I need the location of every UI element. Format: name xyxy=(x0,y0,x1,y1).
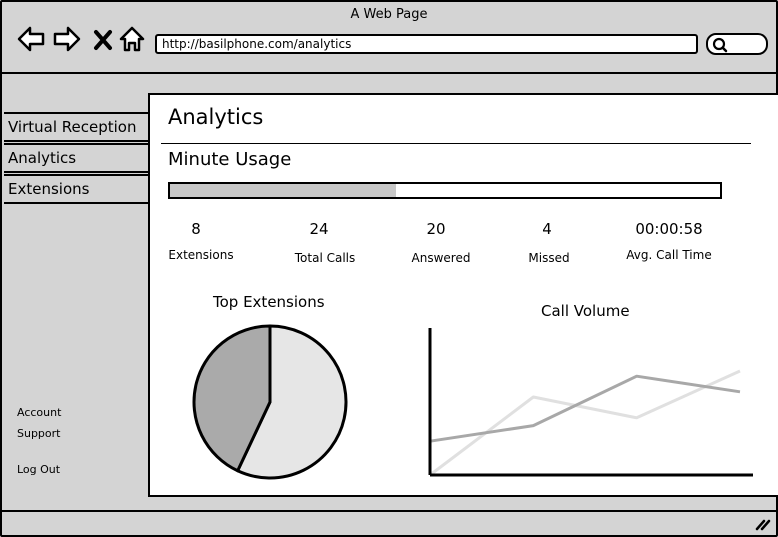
sidebar-item-extensions[interactable]: Extensions xyxy=(4,174,150,204)
arrow-left-icon[interactable] xyxy=(16,24,46,54)
home-icon[interactable] xyxy=(118,24,146,54)
stat-value: 4 xyxy=(542,220,552,238)
logout-link[interactable]: Log Out xyxy=(17,463,60,476)
sidebar-item-analytics[interactable]: Analytics xyxy=(4,143,150,173)
minute-usage-progress xyxy=(168,182,722,199)
status-bar-divider xyxy=(2,510,776,512)
title-divider xyxy=(161,143,751,144)
top-extensions-pie-chart xyxy=(192,324,348,480)
line-chart-title: Call Volume xyxy=(541,302,630,320)
sidebar-item-virtual-reception[interactable]: Virtual Reception xyxy=(4,112,150,142)
stat-label: Missed xyxy=(528,251,570,265)
close-icon[interactable] xyxy=(92,24,114,54)
line-series xyxy=(429,369,741,477)
window-title: A Web Page xyxy=(350,7,428,22)
main-content: Analytics Minute Usage 8 Extensions 24 T… xyxy=(148,93,778,497)
stat-value: 20 xyxy=(426,220,446,238)
resize-grip-icon[interactable] xyxy=(754,516,772,535)
address-bar[interactable]: http://basilphone.com/analytics xyxy=(155,34,698,54)
stat-value: 8 xyxy=(191,220,201,238)
progress-fill xyxy=(170,184,396,197)
arrow-right-icon[interactable] xyxy=(52,24,82,54)
stat-label: Extensions xyxy=(168,248,234,262)
stat-label: Total Calls xyxy=(294,251,356,265)
stat-label: Avg. Call Time xyxy=(626,248,712,262)
stat-value: 00:00:58 xyxy=(635,220,703,238)
section-title: Minute Usage xyxy=(168,149,292,170)
stat-label: Answered xyxy=(411,251,471,265)
search-icon xyxy=(712,37,728,53)
support-link[interactable]: Support xyxy=(17,427,60,440)
page-title: Analytics xyxy=(168,105,264,129)
stat-value: 24 xyxy=(309,220,329,238)
browser-window: A Web Page http://basilphone.com/analyti… xyxy=(0,0,778,537)
account-link[interactable]: Account xyxy=(17,406,61,419)
call-volume-line-chart xyxy=(428,328,753,477)
toolbar-divider xyxy=(2,72,776,74)
search-input[interactable] xyxy=(706,33,768,55)
